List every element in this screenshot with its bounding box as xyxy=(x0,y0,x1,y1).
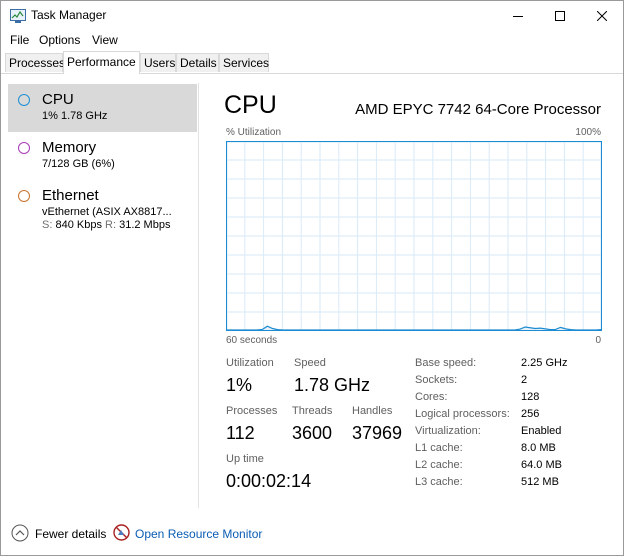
sidebar-item-label: Ethernet xyxy=(42,187,99,204)
send-label: S: xyxy=(42,219,53,231)
ethernet-throughput: S: 840 Kbps R: 31.2 Mbps xyxy=(42,219,170,231)
menu-file[interactable]: File xyxy=(10,33,29,47)
handles-label: Handles xyxy=(352,405,393,417)
processes-value: 112 xyxy=(226,423,255,443)
threads-value: 3600 xyxy=(292,423,333,443)
tab-details[interactable]: Details xyxy=(176,53,219,72)
sidebar-item-memory[interactable]: Memory 7/128 GB (6%) xyxy=(8,132,197,180)
sidebar-item-subtext: 1% 1.78 GHz xyxy=(42,110,108,122)
spec-label: Logical processors: xyxy=(415,408,510,420)
send-rate: 840 Kbps xyxy=(55,219,102,231)
spec-label: L3 cache: xyxy=(415,476,463,488)
sidebar-item-subtext: vEthernet (ASIX AX8817... xyxy=(42,206,172,218)
handles-value: 37969 xyxy=(352,423,403,443)
processes-label: Processes xyxy=(226,405,278,417)
ethernet-indicator-icon xyxy=(18,190,30,202)
title-bar: Task Manager xyxy=(1,1,623,31)
utilization-value: 1% xyxy=(226,375,253,395)
uptime-label: Up time xyxy=(226,453,264,465)
menu-view[interactable]: View xyxy=(92,33,118,47)
window-title: Task Manager xyxy=(31,8,107,22)
threads-label: Threads xyxy=(292,405,333,417)
receive-rate: 31.2 Mbps xyxy=(119,219,171,231)
tab-processes[interactable]: Processes xyxy=(5,53,65,72)
speed-label: Speed xyxy=(294,357,326,369)
resource-monitor-icon xyxy=(113,524,130,541)
fewer-details-link[interactable]: Fewer details xyxy=(35,527,106,541)
open-resource-monitor-link[interactable]: Open Resource Monitor xyxy=(135,527,262,541)
spec-value: 128 xyxy=(521,391,540,403)
tab-services[interactable]: Services xyxy=(219,53,269,72)
graph-time-end: 0 xyxy=(595,335,601,346)
cpu-panel: CPU AMD EPYC 7742 64-Core Processor % Ut… xyxy=(201,83,605,508)
page-title: CPU xyxy=(224,91,277,119)
utilization-label: Utilization xyxy=(226,357,274,369)
spec-value: 8.0 MB xyxy=(521,442,556,454)
spec-label: Base speed: xyxy=(415,357,477,369)
spec-label: Cores: xyxy=(415,391,448,403)
sidebar-item-ethernet[interactable]: Ethernet vEthernet (ASIX AX8817... S: 84… xyxy=(8,180,197,238)
graph-time-label: 60 seconds xyxy=(226,335,278,346)
spec-label: L1 cache: xyxy=(415,442,463,454)
minimize-icon xyxy=(513,16,523,17)
cpu-model: AMD EPYC 7742 64-Core Processor xyxy=(355,101,601,118)
cpu-indicator-icon xyxy=(18,94,30,106)
spec-label: Virtualization: xyxy=(415,425,481,437)
maximize-icon xyxy=(555,11,565,21)
performance-sidebar: CPU 1% 1.78 GHz Memory 7/128 GB (6%) Eth… xyxy=(7,83,199,508)
sidebar-item-label: CPU xyxy=(42,91,74,108)
spec-value: 512 MB xyxy=(521,476,559,488)
maximize-button[interactable] xyxy=(537,1,583,31)
speed-value: 1.78 GHz xyxy=(294,375,371,395)
minimize-button[interactable] xyxy=(495,1,541,31)
graph-y-max: 100% xyxy=(575,127,601,138)
spec-value: 2.25 GHz xyxy=(521,357,568,369)
sidebar-item-subtext: 7/128 GB (6%) xyxy=(42,158,115,170)
spec-value: 64.0 MB xyxy=(521,459,562,471)
chevron-up-icon[interactable] xyxy=(11,524,29,542)
spec-value: 256 xyxy=(521,408,540,420)
close-icon xyxy=(597,11,607,21)
spec-label: Sockets: xyxy=(415,374,458,386)
receive-label: R: xyxy=(105,219,117,231)
cpu-utilization-graph xyxy=(226,141,602,331)
menu-bar: File Options View xyxy=(1,31,623,49)
graph-y-label: % Utilization xyxy=(226,127,282,138)
spec-value: Enabled xyxy=(521,425,562,437)
tab-bar: Processes Performance Users Details Serv… xyxy=(1,51,623,74)
tab-performance[interactable]: Performance xyxy=(63,51,140,74)
spec-label: L2 cache: xyxy=(415,459,463,471)
task-manager-icon xyxy=(10,9,26,23)
sidebar-item-cpu[interactable]: CPU 1% 1.78 GHz xyxy=(8,84,197,132)
footer: Fewer details Open Resource Monitor xyxy=(1,516,623,550)
uptime-value: 0:00:02:14 xyxy=(226,471,312,491)
task-manager-window: Task Manager File Options View Processes… xyxy=(0,0,624,556)
menu-options[interactable]: Options xyxy=(39,33,80,47)
close-button[interactable] xyxy=(579,1,624,31)
memory-indicator-icon xyxy=(18,142,30,154)
spec-value: 2 xyxy=(521,374,528,386)
tab-users[interactable]: Users xyxy=(140,53,176,72)
sidebar-item-label: Memory xyxy=(42,139,97,156)
